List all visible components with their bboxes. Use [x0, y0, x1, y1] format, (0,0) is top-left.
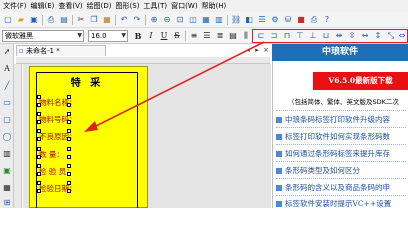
annotation-arrow-line — [91, 41, 265, 129]
panel-divider — [276, 144, 406, 145]
news-link[interactable]: 中琅条码标签打印软件升级内容 — [276, 113, 408, 126]
news-link[interactable]: 条形码类型及如何区分 — [276, 164, 408, 177]
annotation-arrow-head — [84, 121, 98, 132]
news-link[interactable]: 标签软件安装时提示VC++设置 — [276, 197, 408, 210]
bullet-icon — [276, 168, 282, 174]
news-link-text[interactable]: 标签打印软件如何实现条形码数 — [285, 132, 390, 141]
panel-divider — [276, 127, 406, 128]
panel-divider — [276, 110, 406, 111]
panel-divider — [276, 161, 406, 162]
bullet-icon — [276, 117, 282, 123]
news-link-text[interactable]: 标签软件安装时提示VC++设置 — [285, 199, 391, 208]
news-link-text[interactable]: 条形码类型及如何区分 — [285, 166, 360, 175]
bullet-icon — [276, 151, 282, 157]
download-subtitle: （包括简体、繁体、英文版及SDK二次 — [288, 98, 399, 106]
news-link-text[interactable]: 如何通过条形码标签来提升库存 — [285, 149, 390, 158]
bullet-icon — [276, 185, 282, 191]
news-link[interactable]: 如何通过条形码标签来提升库存 — [276, 147, 408, 160]
news-link[interactable]: 标签打印软件如何实现条形码数 — [276, 130, 408, 143]
panel-header: 中琅软件 — [272, 44, 408, 61]
panel-divider — [276, 195, 406, 196]
news-link-text[interactable]: 中琅条码标签打印软件升级内容 — [285, 115, 390, 124]
bullet-icon — [276, 134, 282, 140]
news-link[interactable]: 条形码的含义以及商品条码的申 — [276, 181, 408, 194]
bullet-icon — [276, 201, 282, 207]
panel-divider — [276, 178, 406, 179]
download-banner-button[interactable]: V6.5.0最新版下载 — [313, 72, 408, 90]
news-link-text[interactable]: 条形码的含义以及商品条码的申 — [285, 183, 390, 192]
